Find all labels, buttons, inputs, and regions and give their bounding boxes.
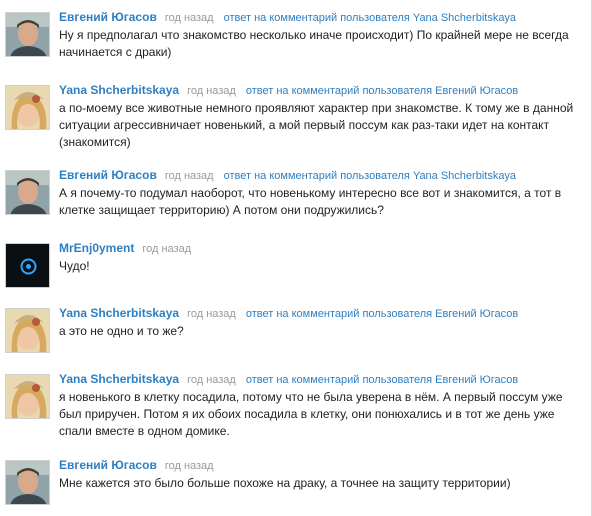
- timestamp: год назад: [187, 308, 236, 320]
- author-name[interactable]: Евгений Югасов: [59, 458, 157, 472]
- reply-link[interactable]: ответ на комментарий пользователя Yana S…: [224, 12, 516, 24]
- reply-link[interactable]: ответ на комментарий пользователя Евгени…: [246, 85, 518, 97]
- reply-link[interactable]: ответ на комментарий пользователя Евгени…: [246, 374, 518, 386]
- comment-text: а это не одно и то же?: [59, 324, 184, 338]
- comment-text: Ну я предполагал что знакомство нескольк…: [59, 28, 569, 59]
- girl-avatar[interactable]: [5, 85, 50, 130]
- man-avatar[interactable]: [5, 170, 50, 215]
- comment-text: а по-моему все животные немного проявляю…: [59, 101, 574, 149]
- author-name[interactable]: MrEnj0yment: [59, 241, 134, 255]
- man-avatar[interactable]: [5, 12, 50, 57]
- timestamp: год назад: [187, 374, 236, 386]
- author-name[interactable]: Евгений Югасов: [59, 168, 157, 182]
- comment-text: Мне кажется это было больше похоже на др…: [59, 476, 511, 490]
- reply-link[interactable]: ответ на комментарий пользователя Евгени…: [246, 308, 518, 320]
- timestamp: год назад: [164, 12, 214, 24]
- reply-link[interactable]: ответ на комментарий пользователя Yana S…: [224, 170, 516, 182]
- author-name[interactable]: Yana Shcherbitskaya: [59, 306, 179, 320]
- comment-text: А я почему-то подумал наоборот, что нове…: [59, 186, 562, 217]
- timestamp: год назад: [164, 170, 214, 182]
- circle-avatar[interactable]: [5, 243, 50, 288]
- comment-text: Чудо!: [59, 259, 90, 273]
- timestamp: год назад: [142, 243, 192, 255]
- author-name[interactable]: Yana Shcherbitskaya: [59, 83, 179, 97]
- girl-avatar[interactable]: [5, 308, 50, 353]
- man-avatar[interactable]: [5, 460, 50, 505]
- girl-avatar[interactable]: [5, 374, 50, 419]
- comment-text: я новенького в клетку посадила, потому ч…: [59, 390, 563, 438]
- timestamp: год назад: [164, 460, 214, 472]
- timestamp: год назад: [187, 85, 236, 97]
- author-name[interactable]: Yana Shcherbitskaya: [59, 372, 179, 386]
- author-name[interactable]: Евгений Югасов: [59, 10, 157, 24]
